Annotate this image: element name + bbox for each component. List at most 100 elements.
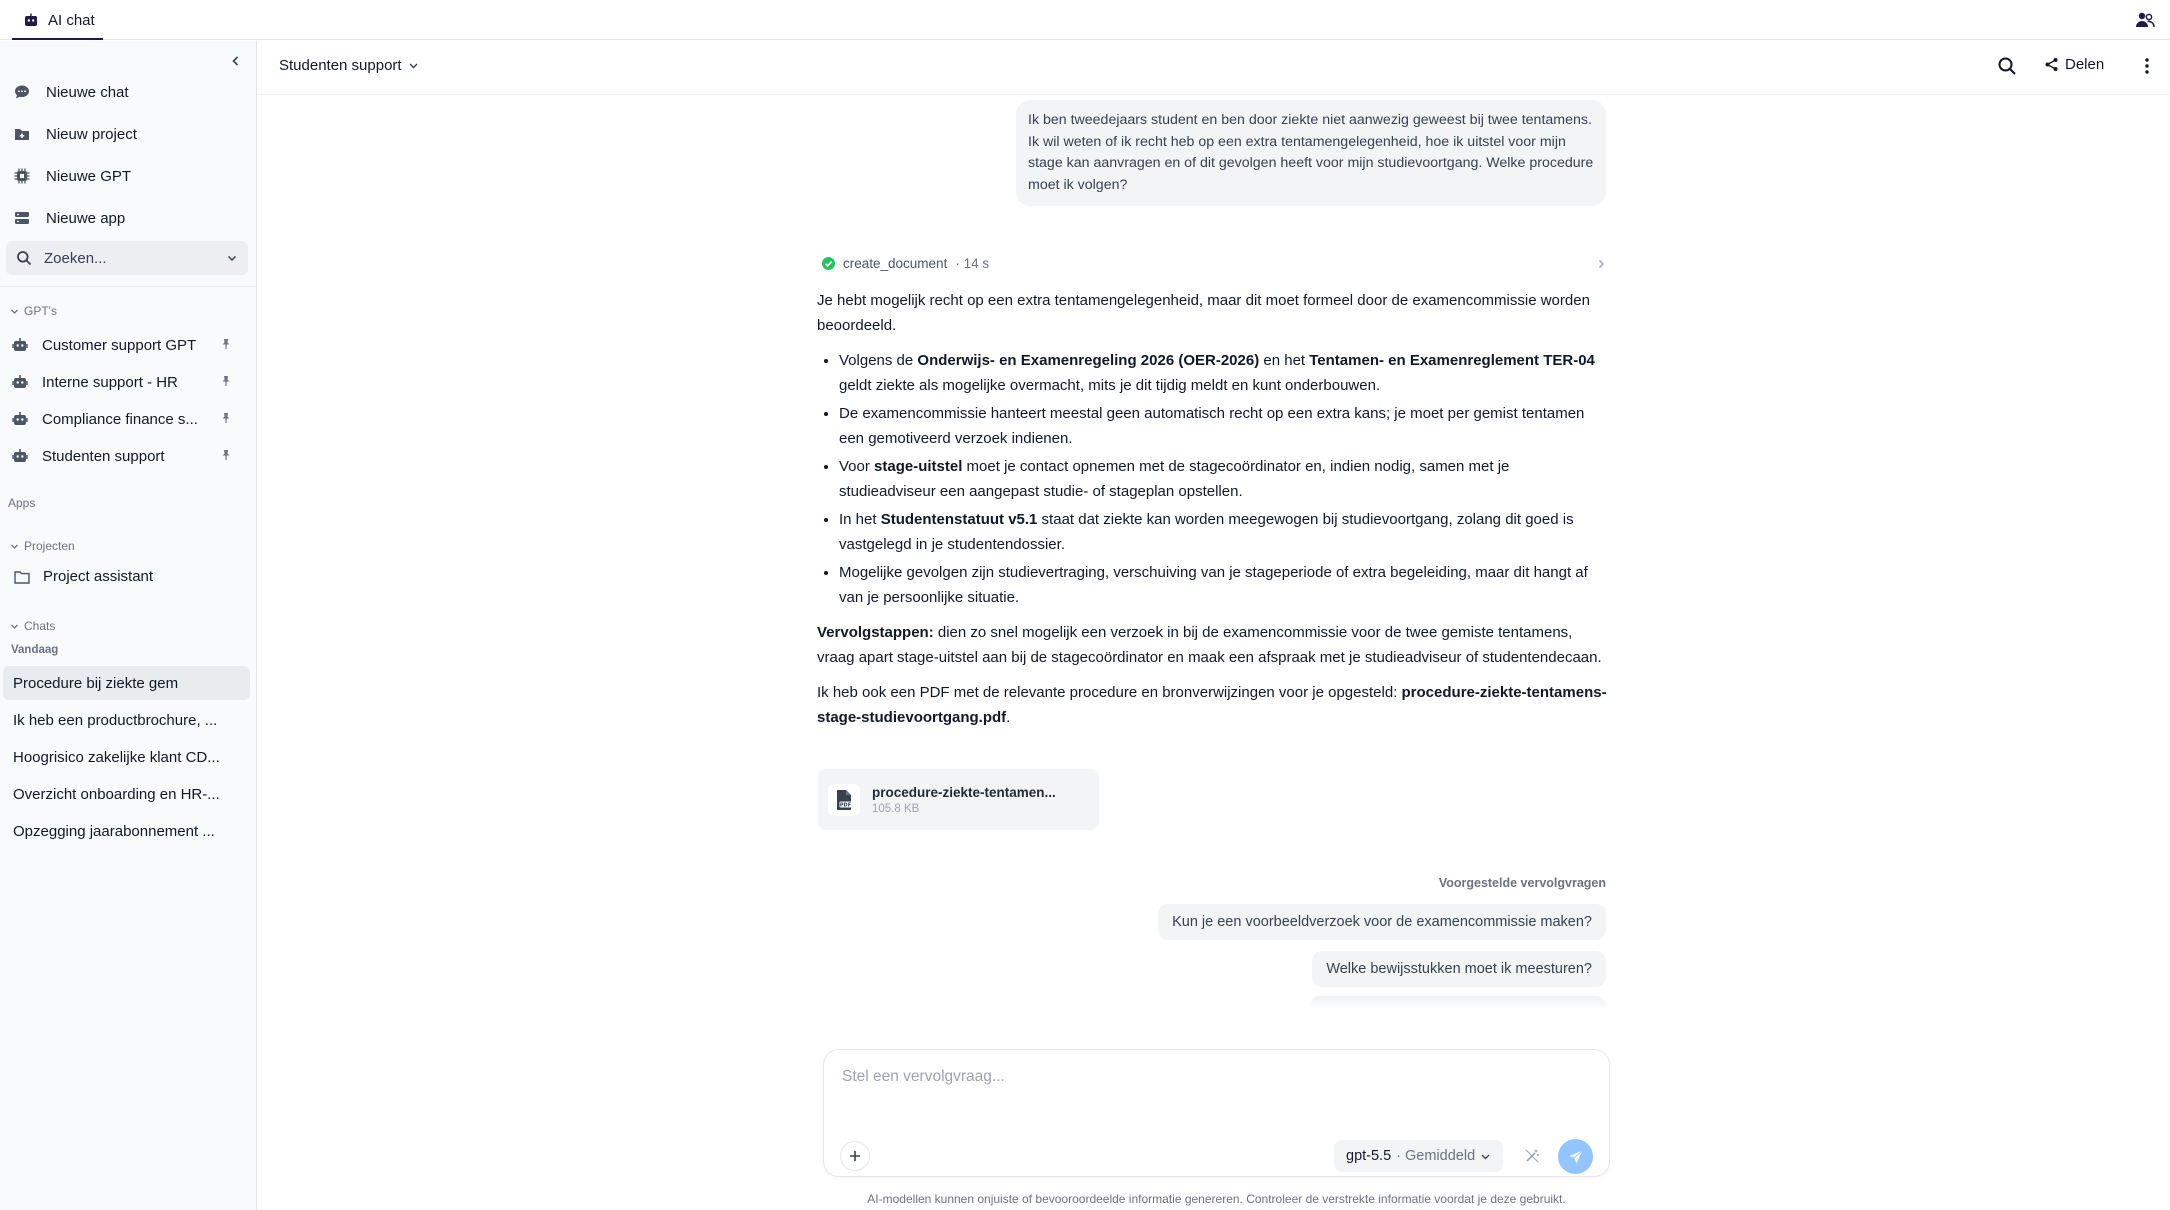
chevron-down-icon: [11, 544, 18, 549]
answer-pdf-note: Ik heb ook een PDF met de relevante proc…: [817, 684, 1607, 726]
robot-icon: [12, 337, 28, 353]
collapse-sidebar-button[interactable]: [226, 51, 246, 71]
share-label: Delen: [2065, 56, 2105, 73]
more-options-button[interactable]: [2137, 56, 2157, 76]
model-mode: · Gemiddeld: [1396, 1148, 1476, 1164]
robot-icon: [12, 374, 28, 390]
send-icon: [1569, 1149, 1583, 1163]
answer-bullet-list: Volgens de Onderwijs- en Examenregeling …: [817, 349, 1609, 610]
folder-icon: [14, 570, 30, 584]
chat-history-item[interactable]: Procedure bij ziekte gem: [3, 666, 250, 700]
chevron-down-icon[interactable]: [226, 252, 238, 264]
chat-history-item[interactable]: Ik heb een productbrochure, ...: [3, 703, 250, 737]
tool-duration: · 14 s: [955, 256, 990, 271]
new-chat-button[interactable]: Nieuwe chat: [12, 76, 129, 108]
magic-wand-button[interactable]: [1520, 1144, 1544, 1168]
chevron-down-icon: [1480, 1151, 1491, 1162]
projects-heading: Projecten: [24, 539, 75, 553]
chevron-down-icon: [11, 309, 18, 314]
sidebar-gpt-compliance-finance[interactable]: Compliance finance s...: [12, 404, 232, 434]
tab-ai-chat[interactable]: AI chat: [12, 0, 107, 40]
gpts-section-toggle[interactable]: GPT's: [10, 304, 57, 318]
gpts-heading: GPT's: [24, 304, 57, 318]
chevron-right-icon: [1596, 259, 1606, 269]
chat-history-item[interactable]: Opzegging jaarabonnement ...: [3, 814, 250, 848]
sidebar-search[interactable]: Zoeken...: [6, 241, 248, 275]
header-title: Studenten support: [279, 57, 402, 74]
suggestion-button[interactable]: Welke bewijsstukken moet ik meesturen?: [1312, 951, 1606, 987]
pin-icon[interactable]: [220, 449, 232, 461]
share-icon: [2044, 57, 2059, 72]
sidebar-gpt-interne-support-hr[interactable]: Interne support - HR: [12, 367, 232, 397]
suggestions-title: Voorgestelde vervolgvragen: [1438, 876, 1606, 890]
answer-bullet: Mogelijke gevolgen zijn studievertraging…: [839, 561, 1609, 610]
sidebar: Nieuwe chat Nieuw project Nieuwe GPT Nie…: [0, 41, 257, 1210]
chat-history-item[interactable]: Overzicht onboarding en HR-...: [3, 777, 250, 811]
pdf-file-icon: PDF: [828, 783, 860, 816]
chats-heading: Chats: [24, 619, 56, 633]
pin-icon[interactable]: [220, 375, 232, 387]
more-vertical-icon: [2145, 58, 2149, 74]
new-project-button[interactable]: Nieuw project: [12, 118, 137, 150]
answer-intro: Je hebt mogelijk recht op een extra tent…: [817, 292, 1590, 334]
tab-label: AI chat: [48, 11, 95, 29]
send-button[interactable]: [1558, 1139, 1593, 1174]
message-composer: gpt-5.5 · Gemiddeld: [823, 1049, 1610, 1177]
answer-bullet: Voor stage-uitstel moet je contact opnem…: [839, 455, 1609, 504]
sidebar-divider: [0, 286, 257, 287]
file-info: procedure-ziekte-tentamen... 105.8 KB: [872, 785, 1056, 815]
tool-name: create_document: [843, 256, 948, 271]
active-tab-indicator: [12, 38, 103, 40]
chevron-down-icon: [408, 60, 419, 71]
search-icon: [1998, 57, 2016, 75]
sidebar-project-item[interactable]: Project assistant: [14, 568, 153, 585]
people-icon[interactable]: [2134, 9, 2156, 31]
gpt-label: Studenten support: [42, 447, 165, 465]
model-name: gpt-5.5: [1346, 1148, 1392, 1164]
user-message: Ik ben tweedejaars student en ben door z…: [1016, 100, 1606, 206]
header-search-button[interactable]: [1997, 56, 2017, 76]
answer-next-steps: Vervolgstappen: dien zo snel mogelijk ee…: [817, 624, 1602, 666]
file-size: 105.8 KB: [872, 802, 920, 815]
suggestion-overflow-fade: [1310, 996, 1606, 1010]
chevron-left-icon: [232, 56, 239, 66]
new-gpt-button[interactable]: Nieuwe GPT: [12, 160, 131, 192]
top-tab-bar: AI chat: [0, 0, 2170, 40]
chip-icon: [12, 166, 32, 186]
composer-input[interactable]: [842, 1068, 1582, 1086]
answer-bullet: In het Studentenstatuut v5.1 staat dat z…: [839, 508, 1609, 557]
new-chat-label: Nieuwe chat: [46, 83, 129, 101]
search-placeholder: Zoeken...: [44, 249, 107, 267]
new-project-label: Nieuw project: [46, 125, 137, 143]
assistant-answer: Je hebt mogelijk recht op een extra tent…: [817, 289, 1609, 741]
new-gpt-label: Nieuwe GPT: [46, 167, 132, 185]
pin-icon[interactable]: [220, 412, 232, 424]
projects-section-toggle[interactable]: Projecten: [10, 539, 75, 553]
chat-header: Studenten support Delen: [257, 41, 2170, 95]
attach-button[interactable]: [840, 1141, 870, 1171]
plus-icon: [850, 1151, 860, 1161]
new-app-button[interactable]: Nieuwe app: [12, 202, 125, 234]
sidebar-gpt-studenten-support[interactable]: Studenten support: [12, 441, 232, 471]
share-button[interactable]: Delen: [2044, 56, 2104, 73]
chat-history-item[interactable]: Hoogrisico zakelijke klant CD...: [3, 740, 250, 774]
tool-call-row[interactable]: create_document · 14 s: [822, 256, 1606, 271]
magic-wand-icon: [1525, 1149, 1539, 1163]
gpt-label: Customer support GPT: [42, 336, 197, 354]
suggestion-button[interactable]: Kun je een voorbeeldverzoek voor de exam…: [1158, 904, 1606, 940]
gpt-selector[interactable]: Studenten support: [279, 57, 419, 74]
robot-icon: [12, 448, 28, 464]
chats-section-toggle[interactable]: Chats: [10, 619, 55, 633]
gpt-label: Interne support - HR: [42, 373, 178, 391]
file-name: procedure-ziekte-tentamen...: [872, 784, 1056, 800]
sidebar-gpt-customer-support[interactable]: Customer support GPT: [12, 330, 232, 360]
server-icon: [12, 208, 32, 228]
model-selector[interactable]: gpt-5.5 · Gemiddeld: [1334, 1140, 1504, 1172]
ai-disclaimer: AI-modellen kunnen onjuiste of bevooroor…: [867, 1192, 1566, 1206]
apps-heading[interactable]: Apps: [8, 496, 35, 510]
file-attachment-card[interactable]: PDF procedure-ziekte-tentamen... 105.8 K…: [818, 769, 1099, 830]
chevron-down-icon: [11, 624, 18, 629]
pin-icon[interactable]: [220, 338, 232, 350]
robot-icon: [24, 13, 38, 27]
robot-icon: [12, 411, 28, 427]
